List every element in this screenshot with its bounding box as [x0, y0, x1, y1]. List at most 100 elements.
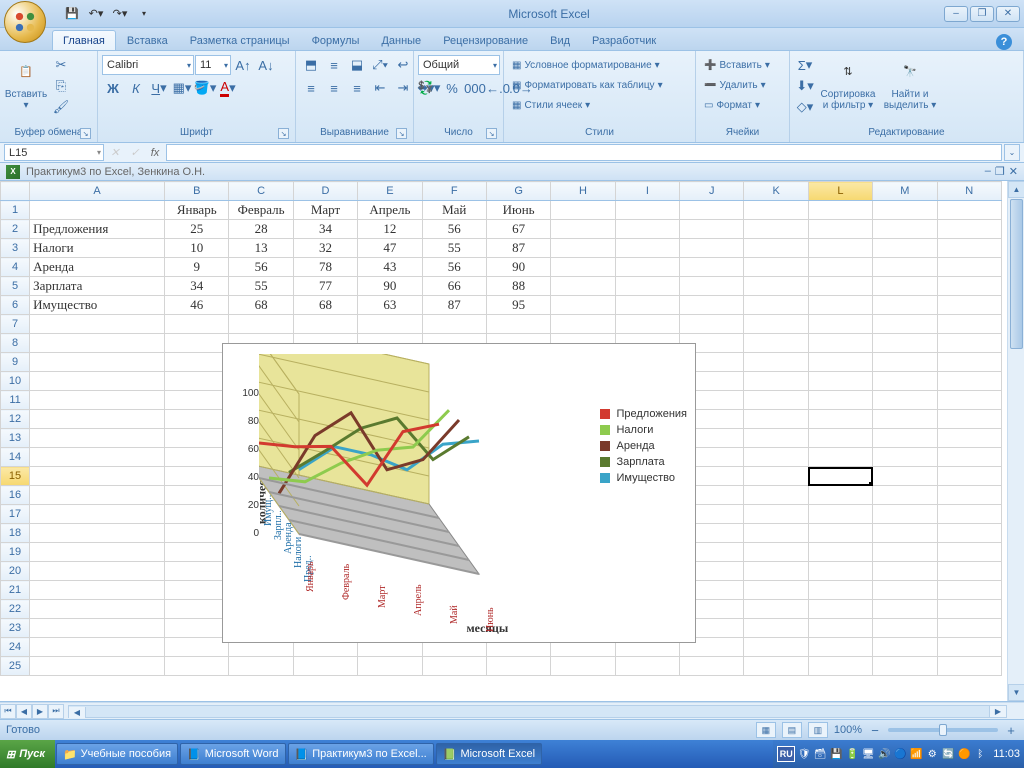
save-button[interactable]: 💾	[62, 4, 82, 24]
wrap-text-button[interactable]: ↩	[392, 55, 414, 75]
cell[interactable]	[165, 391, 229, 410]
cell[interactable]	[744, 486, 808, 505]
cell[interactable]	[937, 581, 1001, 600]
cell[interactable]	[808, 486, 872, 505]
cell[interactable]	[873, 581, 937, 600]
tray-icon[interactable]: 🟠	[957, 747, 971, 761]
border-button[interactable]: ▦▾	[171, 78, 193, 98]
horizontal-scrollbar[interactable]: ◀ ▶	[68, 705, 1007, 718]
cell[interactable]	[744, 315, 808, 334]
name-box[interactable]: L15	[4, 144, 104, 161]
taskbar-item[interactable]: 📗Microsoft Excel	[436, 743, 542, 765]
clock[interactable]: 11:03	[993, 748, 1020, 760]
increase-indent-button[interactable]: ⇥	[392, 78, 414, 98]
cell[interactable]	[744, 220, 808, 239]
cell[interactable]	[744, 410, 808, 429]
paste-button[interactable]: 📋 Вставить▾	[4, 53, 48, 113]
tray-icon[interactable]: 🔵	[893, 747, 907, 761]
cell[interactable]	[165, 334, 229, 353]
next-sheet-button[interactable]: ▶	[32, 704, 48, 719]
taskbar-item[interactable]: 📘Microsoft Word	[180, 743, 285, 765]
cell[interactable]	[808, 638, 872, 657]
tab-formulas[interactable]: Формулы	[301, 30, 371, 50]
row-header[interactable]: 9	[1, 353, 30, 372]
row-header[interactable]: 17	[1, 505, 30, 524]
cell[interactable]	[744, 258, 808, 277]
taskbar-item[interactable]: 📘Практикум3 по Excel...	[288, 743, 434, 765]
cell[interactable]	[165, 562, 229, 581]
cell[interactable]	[873, 391, 937, 410]
cell[interactable]: 67	[486, 220, 550, 239]
cell[interactable]: 87	[486, 239, 550, 258]
scroll-down-button[interactable]: ▼	[1008, 684, 1024, 701]
close-button[interactable]: ✕	[996, 6, 1020, 22]
align-middle-button[interactable]: ≡	[323, 55, 345, 75]
cell[interactable]	[937, 638, 1001, 657]
cell[interactable]	[30, 562, 165, 581]
insert-cells-button[interactable]: ➕Вставить ▾	[700, 55, 774, 75]
cell[interactable]	[808, 372, 872, 391]
delete-cells-button[interactable]: ➖Удалить ▾	[700, 75, 770, 95]
cell[interactable]: 9	[165, 258, 229, 277]
cell[interactable]	[873, 277, 937, 296]
zoom-level[interactable]: 100%	[834, 724, 862, 736]
cell[interactable]: 88	[486, 277, 550, 296]
column-header[interactable]: J	[680, 182, 744, 201]
cell[interactable]: 56	[229, 258, 293, 277]
format-cells-button[interactable]: ▭Формат ▾	[700, 95, 764, 115]
zoom-in-button[interactable]: +	[1004, 723, 1018, 737]
cell[interactable]	[680, 657, 744, 676]
comma-button[interactable]: 000	[464, 78, 486, 98]
cell[interactable]	[744, 562, 808, 581]
cell[interactable]	[165, 486, 229, 505]
cell[interactable]	[744, 448, 808, 467]
cell[interactable]: Май	[422, 201, 486, 220]
cell[interactable]	[165, 524, 229, 543]
conditional-formatting-button[interactable]: ▦Условное форматирование ▾	[508, 55, 664, 75]
cell[interactable]	[937, 657, 1001, 676]
cell[interactable]: 77	[293, 277, 357, 296]
cell[interactable]	[937, 220, 1001, 239]
tray-icon[interactable]: ᛒ	[973, 747, 987, 761]
cell[interactable]	[165, 410, 229, 429]
cell[interactable]	[937, 486, 1001, 505]
cell[interactable]	[165, 638, 229, 657]
minimize-button[interactable]: –	[944, 6, 968, 22]
cell[interactable]	[30, 353, 165, 372]
cell[interactable]: Имущество	[30, 296, 165, 315]
decrease-indent-button[interactable]: ⇤	[369, 78, 391, 98]
cell[interactable]	[744, 296, 808, 315]
column-header[interactable]: M	[873, 182, 937, 201]
cell[interactable]: 56	[422, 258, 486, 277]
cell[interactable]	[744, 619, 808, 638]
cell[interactable]	[229, 657, 293, 676]
cell[interactable]	[744, 543, 808, 562]
first-sheet-button[interactable]: ⏮	[0, 704, 16, 719]
row-header[interactable]: 15	[1, 467, 30, 486]
expand-formula-bar[interactable]: ⌄	[1004, 144, 1020, 161]
cell[interactable]	[873, 562, 937, 581]
qat-customize[interactable]: ▾	[134, 4, 154, 24]
fill-color-button[interactable]: 🪣▾	[194, 78, 216, 98]
decrease-font-button[interactable]: A↓	[255, 55, 277, 75]
align-center-button[interactable]: ≡	[323, 78, 345, 98]
cell[interactable]	[615, 239, 679, 258]
cell[interactable]	[165, 657, 229, 676]
cell[interactable]: 34	[165, 277, 229, 296]
language-indicator[interactable]: RU	[777, 746, 795, 762]
workbook-close[interactable]: ✕	[1009, 165, 1018, 178]
cell[interactable]: 47	[358, 239, 422, 258]
cell[interactable]	[744, 277, 808, 296]
tab-view[interactable]: Вид	[539, 30, 581, 50]
cell[interactable]	[808, 277, 872, 296]
row-header[interactable]: 10	[1, 372, 30, 391]
alignment-launcher[interactable]: ↘	[396, 128, 407, 139]
cell[interactable]	[937, 562, 1001, 581]
tab-home[interactable]: Главная	[52, 30, 116, 50]
cell[interactable]	[358, 657, 422, 676]
cell[interactable]	[30, 334, 165, 353]
cell[interactable]	[808, 448, 872, 467]
row-header[interactable]: 7	[1, 315, 30, 334]
cell[interactable]	[808, 505, 872, 524]
cell[interactable]	[165, 372, 229, 391]
